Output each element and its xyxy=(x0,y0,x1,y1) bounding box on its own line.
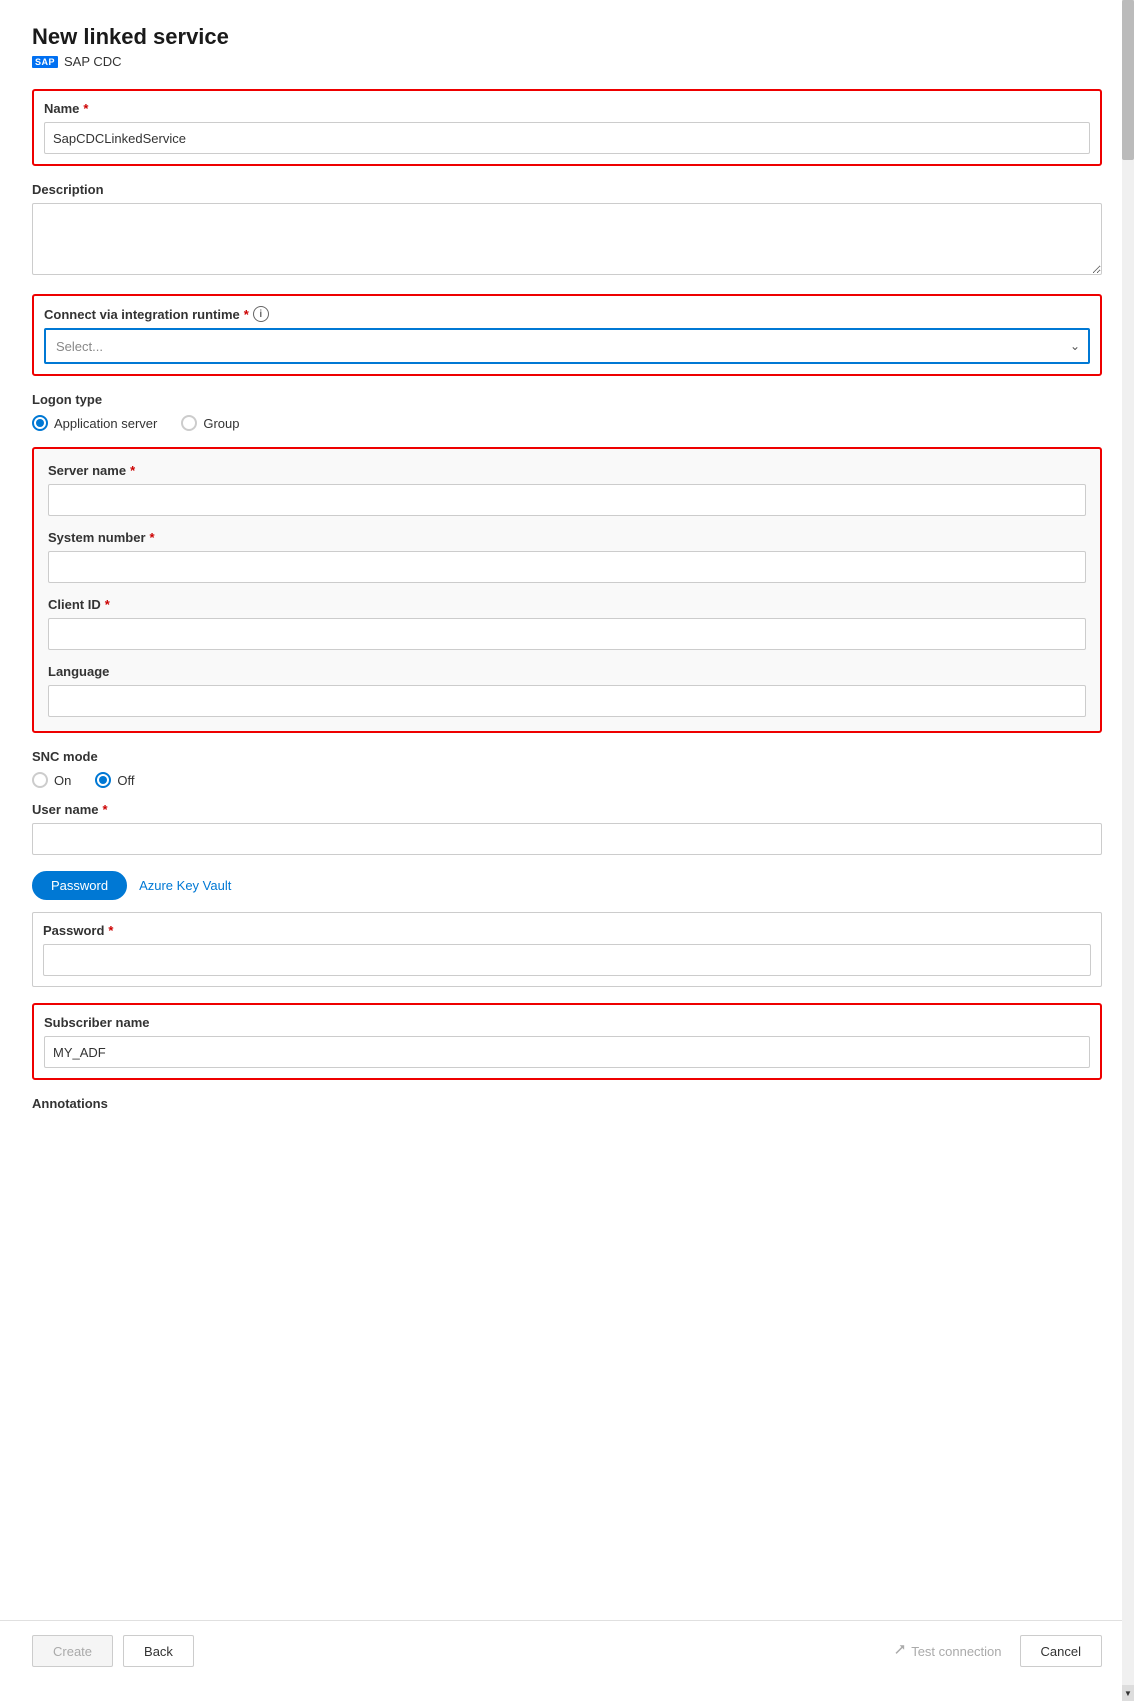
radio-snc-off-indicator xyxy=(95,772,111,788)
snc-radio-group: On Off xyxy=(32,772,1102,788)
user-name-section: User name * xyxy=(32,802,1102,855)
password-required-star: * xyxy=(108,923,113,938)
description-label: Description xyxy=(32,182,1102,197)
ir-required-star: * xyxy=(244,307,249,322)
name-field-section: Name * xyxy=(32,89,1102,166)
subscriber-name-label: Subscriber name xyxy=(44,1015,1090,1030)
name-label: Name * xyxy=(44,101,1090,116)
user-name-input[interactable] xyxy=(32,823,1102,855)
language-field: Language xyxy=(48,664,1086,717)
select-wrapper: Select... ⌄ xyxy=(44,328,1090,364)
client-id-required-star: * xyxy=(105,597,110,612)
main-content: New linked service SAP SAP CDC Name * De… xyxy=(0,0,1134,1620)
description-field-section: Description xyxy=(32,182,1102,278)
radio-snc-on-label: On xyxy=(54,773,71,788)
azure-key-vault-tab-button[interactable]: Azure Key Vault xyxy=(127,872,243,899)
logon-type-section: Logon type Application server Group xyxy=(32,392,1102,431)
system-number-label: System number * xyxy=(48,530,1086,545)
language-label: Language xyxy=(48,664,1086,679)
create-button[interactable]: Create xyxy=(32,1635,113,1667)
logon-type-label: Logon type xyxy=(32,392,1102,407)
cancel-button[interactable]: Cancel xyxy=(1020,1635,1102,1667)
subscriber-name-section: Subscriber name xyxy=(32,1003,1102,1080)
server-name-input[interactable] xyxy=(48,484,1086,516)
password-tabs: Password Azure Key Vault xyxy=(32,871,1102,900)
annotations-section: Annotations xyxy=(32,1096,1102,1111)
footer-right: ⭧ Test connection Cancel xyxy=(887,1635,1102,1667)
system-number-input[interactable] xyxy=(48,551,1086,583)
info-icon[interactable]: i xyxy=(253,306,269,322)
snc-mode-label: SNC mode xyxy=(32,749,1102,764)
server-fields-box: Server name * System number * Client ID … xyxy=(32,447,1102,733)
language-input[interactable] xyxy=(48,685,1086,717)
radio-snc-on[interactable]: On xyxy=(32,772,71,788)
password-field-section: Password * xyxy=(32,912,1102,987)
scrollbar-track[interactable]: ▲ ▼ xyxy=(1122,0,1134,1701)
radio-group-label: Group xyxy=(203,416,239,431)
system-number-field: System number * xyxy=(48,530,1086,583)
sap-logo: SAP xyxy=(32,56,58,68)
user-name-required-star: * xyxy=(102,802,107,817)
snc-mode-section: SNC mode On Off xyxy=(32,749,1102,788)
password-label: Password * xyxy=(43,923,1091,938)
test-connection-button[interactable]: ⭧ Test connection xyxy=(887,1642,1010,1660)
client-id-label: Client ID * xyxy=(48,597,1086,612)
password-tab-button[interactable]: Password xyxy=(32,871,127,900)
page-wrapper: ▲ ▼ New linked service SAP SAP CDC Name … xyxy=(0,0,1134,1701)
name-input[interactable] xyxy=(44,122,1090,154)
page-title: New linked service xyxy=(32,24,1102,50)
radio-application-server-indicator xyxy=(32,415,48,431)
footer-bar: Create Back ⭧ Test connection Cancel xyxy=(0,1620,1134,1681)
name-required-star: * xyxy=(83,101,88,116)
client-id-field: Client ID * xyxy=(48,597,1086,650)
password-input[interactable] xyxy=(43,944,1091,976)
sap-badge: SAP SAP CDC xyxy=(32,54,1102,69)
back-button[interactable]: Back xyxy=(123,1635,194,1667)
server-name-required-star: * xyxy=(130,463,135,478)
radio-application-server-label: Application server xyxy=(54,416,157,431)
description-input[interactable] xyxy=(32,203,1102,275)
radio-application-server[interactable]: Application server xyxy=(32,415,157,431)
annotations-label: Annotations xyxy=(32,1096,1102,1111)
subscriber-name-input[interactable] xyxy=(44,1036,1090,1068)
scroll-arrow-down[interactable]: ▼ xyxy=(1122,1685,1134,1701)
server-name-label: Server name * xyxy=(48,463,1086,478)
client-id-input[interactable] xyxy=(48,618,1086,650)
footer-left: Create Back xyxy=(32,1635,194,1667)
server-name-field: Server name * xyxy=(48,463,1086,516)
user-name-label: User name * xyxy=(32,802,1102,817)
sap-subtitle: SAP CDC xyxy=(64,54,122,69)
radio-group-indicator xyxy=(181,415,197,431)
scrollbar-thumb[interactable] xyxy=(1122,0,1134,160)
integration-runtime-section: Connect via integration runtime * i Sele… xyxy=(32,294,1102,376)
integration-runtime-label: Connect via integration runtime * i xyxy=(44,306,1090,322)
radio-snc-off[interactable]: Off xyxy=(95,772,134,788)
radio-snc-on-indicator xyxy=(32,772,48,788)
radio-snc-off-label: Off xyxy=(117,773,134,788)
logon-type-radio-group: Application server Group xyxy=(32,415,1102,431)
system-number-required-star: * xyxy=(150,530,155,545)
integration-runtime-select[interactable]: Select... xyxy=(44,328,1090,364)
test-connection-icon: ⭧ xyxy=(895,1642,905,1660)
radio-group[interactable]: Group xyxy=(181,415,239,431)
